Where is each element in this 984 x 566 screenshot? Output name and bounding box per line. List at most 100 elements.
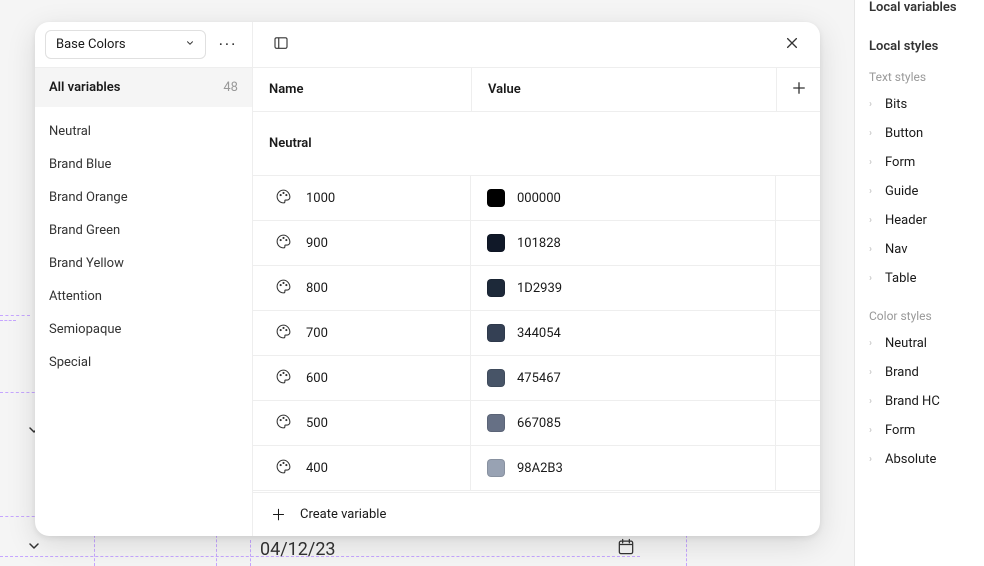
collection-name: Base Colors (56, 37, 126, 52)
variable-actions (776, 266, 820, 310)
variable-row[interactable]: 700 344054 (253, 311, 820, 356)
variable-hex: 000000 (517, 191, 561, 206)
palette-icon (275, 278, 292, 299)
palette-icon (275, 188, 292, 209)
group-item-brand-yellow[interactable]: Brand Yellow (35, 247, 252, 280)
variable-actions (776, 356, 820, 400)
chevron-down-icon (26, 538, 42, 558)
color-style-brand[interactable]: ›Brand (855, 358, 984, 387)
variable-hex: 475467 (517, 371, 561, 386)
variable-name: 700 (306, 326, 328, 341)
group-item-brand-orange[interactable]: Brand Orange (35, 181, 252, 214)
chevron-right-icon: › (869, 99, 875, 110)
color-style-brand-hc[interactable]: ›Brand HC (855, 387, 984, 416)
color-style-form[interactable]: ›Form (855, 416, 984, 445)
variable-row[interactable]: 900 101828 (253, 221, 820, 266)
section-local-variables[interactable]: Local variables (855, 0, 984, 25)
inspector-panel: Local variables Local styles Text styles… (854, 0, 984, 566)
all-variables-label: All variables (49, 80, 120, 95)
variable-name: 500 (306, 416, 328, 431)
calendar-icon (616, 537, 636, 561)
more-icon: ··· (219, 35, 238, 54)
color-swatch (487, 414, 505, 432)
group-list: Neutral Brand Blue Brand Orange Brand Gr… (35, 107, 252, 387)
collection-select[interactable]: Base Colors (45, 30, 206, 59)
color-swatch (487, 189, 505, 207)
text-style-button[interactable]: ›Button (855, 119, 984, 148)
color-style-neutral[interactable]: ›Neutral (855, 329, 984, 358)
all-variables-count: 48 (223, 80, 238, 95)
color-style-absolute[interactable]: ›Absolute (855, 445, 984, 474)
variables-popover: Base Colors ··· All variables 48 Neutral… (35, 22, 820, 536)
group-item-attention[interactable]: Attention (35, 280, 252, 313)
date-input[interactable]: 04/12/23 (260, 537, 636, 561)
group-item-semiopaque[interactable]: Semiopaque (35, 313, 252, 346)
variable-row[interactable]: 400 98A2B3 (253, 446, 820, 491)
chevron-right-icon: › (869, 454, 875, 465)
add-mode-button[interactable] (776, 68, 820, 111)
palette-icon (275, 323, 292, 344)
variable-hex: 344054 (517, 326, 561, 341)
variable-hex: 101828 (517, 236, 561, 251)
group-item-neutral[interactable]: Neutral (35, 115, 252, 148)
chevron-right-icon: › (869, 273, 875, 284)
popover-sidebar-header: Base Colors ··· (35, 22, 252, 68)
color-swatch (487, 369, 505, 387)
palette-icon (275, 413, 292, 434)
palette-icon (275, 368, 292, 389)
text-style-bits[interactable]: ›Bits (855, 90, 984, 119)
chevron-right-icon: › (869, 215, 875, 226)
more-options-button[interactable]: ··· (214, 31, 242, 59)
color-swatch (487, 459, 505, 477)
variable-actions (776, 311, 820, 355)
variable-name: 600 (306, 371, 328, 386)
plus-icon (792, 81, 806, 99)
close-icon (785, 36, 799, 54)
chevron-right-icon: › (869, 244, 875, 255)
variable-row[interactable]: 600 475467 (253, 356, 820, 401)
variable-name: 800 (306, 281, 328, 296)
section-local-styles[interactable]: Local styles (855, 25, 984, 64)
variable-actions (776, 176, 820, 220)
date-value: 04/12/23 (260, 539, 336, 560)
variable-actions (776, 221, 820, 265)
text-style-table[interactable]: ›Table (855, 264, 984, 293)
sidebar-toggle-button[interactable] (267, 31, 295, 59)
chevron-right-icon: › (869, 367, 875, 378)
variable-row[interactable]: 1000 000000 (253, 176, 820, 221)
variable-name: 1000 (306, 191, 335, 206)
popover-main-header (253, 22, 820, 68)
chevron-right-icon: › (869, 425, 875, 436)
variable-hex: 98A2B3 (517, 461, 563, 476)
group-item-brand-blue[interactable]: Brand Blue (35, 148, 252, 181)
column-header-value: Value (471, 68, 776, 111)
sidebar-icon (272, 34, 290, 56)
color-swatch (487, 234, 505, 252)
group-title: Neutral (253, 112, 820, 176)
palette-icon (275, 458, 292, 479)
variable-row[interactable]: 500 667085 (253, 401, 820, 446)
create-variable-button[interactable]: ＋ Create variable (253, 492, 820, 536)
close-button[interactable] (778, 31, 806, 59)
chevron-right-icon: › (869, 186, 875, 197)
variable-actions (776, 446, 820, 490)
variable-row[interactable]: 800 1D2939 (253, 266, 820, 311)
color-swatch (487, 279, 505, 297)
chevron-right-icon: › (869, 128, 875, 139)
variable-hex: 1D2939 (517, 281, 562, 296)
group-item-brand-green[interactable]: Brand Green (35, 214, 252, 247)
variable-name: 900 (306, 236, 328, 251)
popover-sidebar: Base Colors ··· All variables 48 Neutral… (35, 22, 253, 536)
all-variables-row[interactable]: All variables 48 (35, 68, 252, 107)
group-item-special[interactable]: Special (35, 346, 252, 379)
text-style-form[interactable]: ›Form (855, 148, 984, 177)
text-style-nav[interactable]: ›Nav (855, 235, 984, 264)
chevron-down-icon (185, 37, 195, 52)
palette-icon (275, 233, 292, 254)
chevron-right-icon: › (869, 396, 875, 407)
popover-main: Name Value Neutral 1000 000000 (253, 22, 820, 536)
variables-rows: 1000 000000 900 101828 (253, 176, 820, 492)
text-style-guide[interactable]: ›Guide (855, 177, 984, 206)
column-header-name: Name (253, 82, 471, 97)
text-style-header[interactable]: ›Header (855, 206, 984, 235)
